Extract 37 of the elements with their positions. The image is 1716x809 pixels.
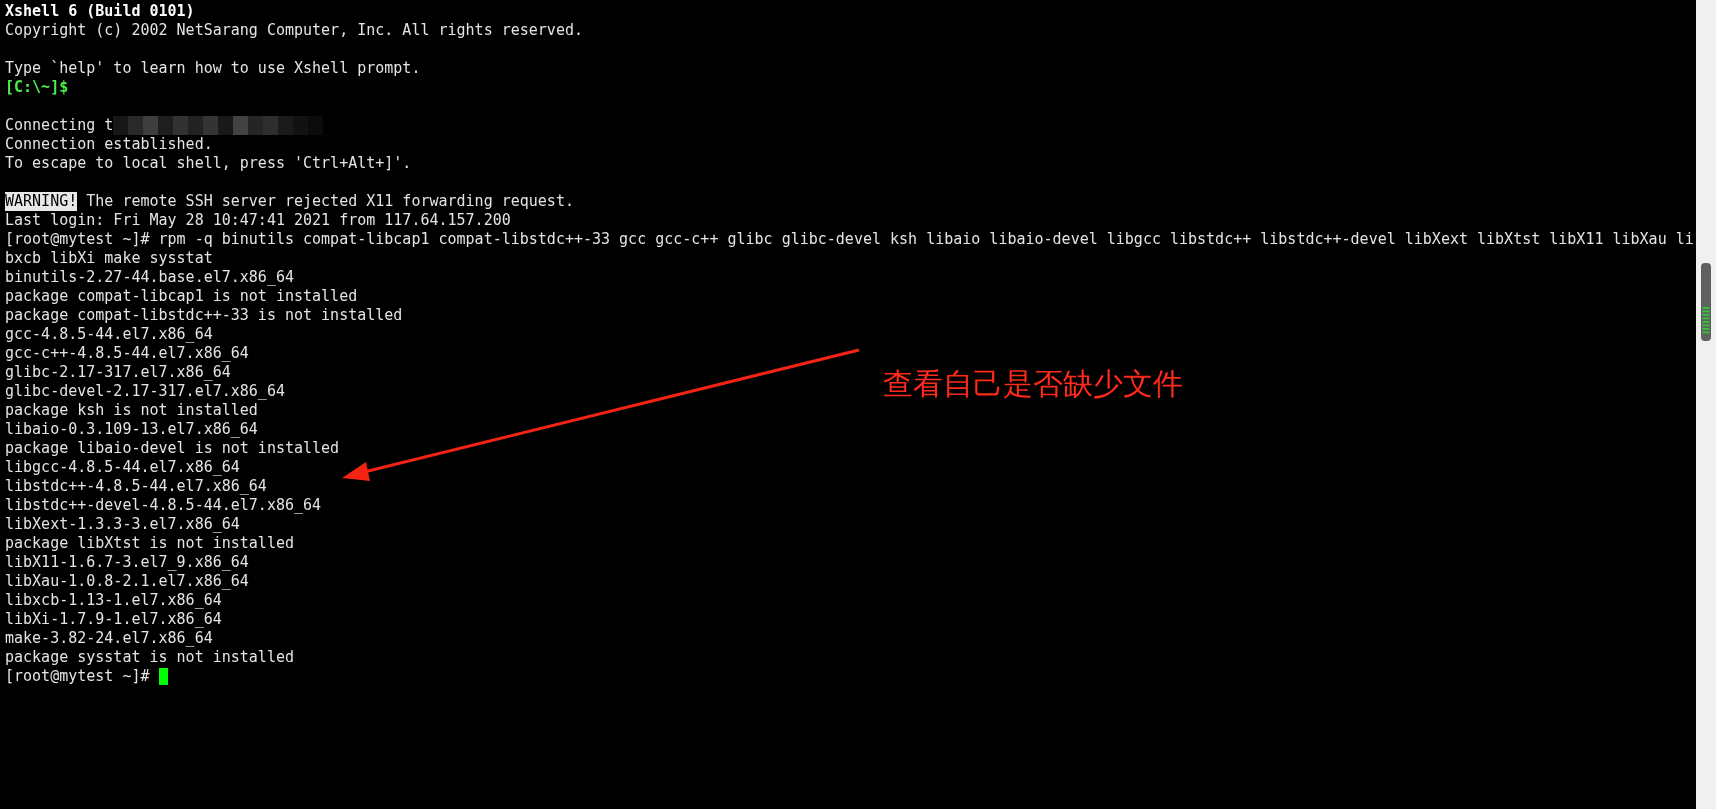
terminal-line: package sysstat is not installed <box>5 648 294 667</box>
terminal-line: make-3.82-24.el7.x86_64 <box>5 629 213 648</box>
terminal-line: glibc-devel-2.17-317.el7.x86_64 <box>5 382 285 401</box>
terminal-line: bxcb libXi make sysstat <box>5 249 213 268</box>
terminal-line: libgcc-4.8.5-44.el7.x86_64 <box>5 458 240 477</box>
annotation-text: 查看自己是否缺少文件 <box>883 366 1183 402</box>
terminal-line: gcc-4.8.5-44.el7.x86_64 <box>5 325 213 344</box>
terminal-line: package compat-libstdc++-33 is not installed <box>5 306 403 325</box>
terminal-line: libXi-1.7.9-1.el7.x86_64 <box>5 610 222 629</box>
warning-label: WARNING! <box>5 192 78 211</box>
terminal-line: libX11-1.6.7-3.el7_9.x86_64 <box>5 553 249 572</box>
terminal-line: glibc-2.17-317.el7.x86_64 <box>5 363 231 382</box>
terminal-line: To escape to local shell, press 'Ctrl+Alt+]'. <box>5 154 412 173</box>
terminal-line: Connecting t <box>5 116 114 135</box>
terminal-line: The remote SSH server rejected X11 forwarding request. <box>85 192 574 211</box>
terminal-line: gcc-c++-4.8.5-44.el7.x86_64 <box>5 344 249 363</box>
terminal-line: libXext-1.3.3-3.el7.x86_64 <box>5 515 240 534</box>
terminal-line: package libaio-devel is not installed <box>5 439 340 458</box>
terminal-line: Connection established. <box>5 135 213 154</box>
terminal-line: Type `help' to learn how to use Xshell prompt. <box>5 59 421 78</box>
terminal-line: binutils-2.27-44.base.el7.x86_64 <box>5 268 294 287</box>
terminal-line: package libXtst is not installed <box>5 534 294 553</box>
terminal-line: libaio-0.3.109-13.el7.x86_64 <box>5 420 258 439</box>
terminal-line: libXau-1.0.8-2.1.el7.x86_64 <box>5 572 249 591</box>
terminal-line: package ksh is not installed <box>5 401 258 420</box>
terminal-line: Last login: Fri May 28 10:47:41 2021 from 117.64.157.200 <box>5 211 511 230</box>
terminal-line: Copyright (c) 2002 NetSarang Computer, Inc. All rights reserved. <box>5 21 583 40</box>
scrollbar-thumb[interactable] <box>1701 263 1711 341</box>
shell-prompt: [C:\~]$ <box>5 78 69 97</box>
terminal-line: package compat-libcap1 is not installed <box>5 287 358 306</box>
shell-prompt: [root@mytest ~]# <box>5 667 151 686</box>
terminal-line: libstdc++-4.8.5-44.el7.x86_64 <box>5 477 267 496</box>
terminal-line: libxcb-1.13-1.el7.x86_64 <box>5 591 222 610</box>
terminal-line: Xshell 6 (Build 0101) <box>5 2 195 21</box>
terminal-line: [root@mytest ~]# rpm -q binutils compat-libcap1 compat-libstdc++-33 gcc gcc-c++ glibc glibc-devel ksh libaio libaio-devel libgcc libstdc++ libstdc++-devel libXext libXtst libX11 libXau li <box>5 230 1694 249</box>
terminal-line: libstdc++-devel-4.8.5-44.el7.x86_64 <box>5 496 322 515</box>
text-cursor <box>158 668 168 685</box>
